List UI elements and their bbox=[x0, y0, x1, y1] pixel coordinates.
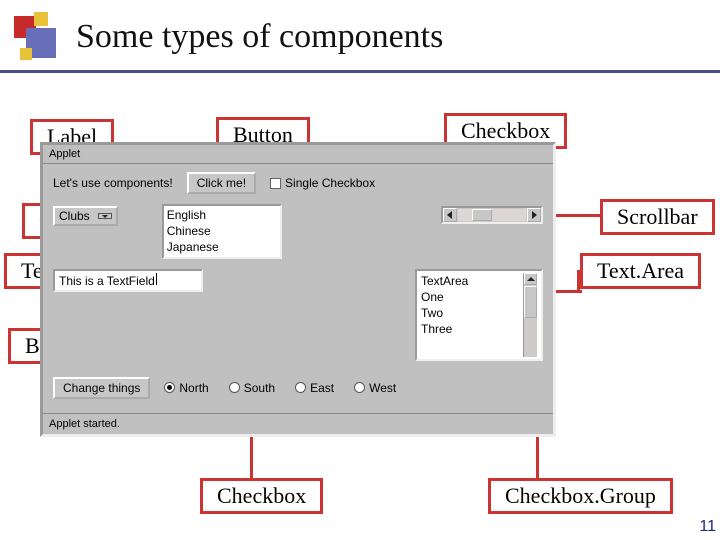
single-checkbox[interactable]: Single Checkbox bbox=[270, 176, 375, 190]
textarea-line: TextArea bbox=[421, 273, 523, 289]
pointer bbox=[577, 270, 580, 292]
scroll-left-icon[interactable] bbox=[443, 208, 457, 222]
scrollbar-track[interactable] bbox=[458, 209, 526, 221]
scrollbar-thumb[interactable] bbox=[472, 209, 492, 221]
choice-value: Clubs bbox=[59, 209, 90, 223]
callout-checkbox-group: Checkbox.Group bbox=[488, 478, 673, 514]
textarea-line: Two bbox=[421, 305, 523, 321]
scrollbar-thumb[interactable] bbox=[524, 286, 537, 318]
textarea-line: Three bbox=[421, 321, 523, 337]
page-number: 11 bbox=[699, 518, 716, 536]
scroll-up-icon[interactable] bbox=[524, 273, 537, 285]
change-things-button[interactable]: Change things bbox=[53, 377, 150, 399]
applet-status: Applet started. bbox=[43, 413, 553, 434]
chevron-down-icon bbox=[98, 213, 112, 219]
textarea-line: One bbox=[421, 289, 523, 305]
list-item[interactable]: English bbox=[167, 207, 277, 223]
checkbox-label: Single Checkbox bbox=[285, 176, 375, 190]
list-item[interactable]: Chinese bbox=[167, 223, 277, 239]
divider bbox=[0, 70, 720, 73]
textfield-value: This is a TextField bbox=[59, 274, 155, 288]
textarea-vertical-scrollbar[interactable] bbox=[523, 273, 537, 357]
horizontal-scrollbar[interactable] bbox=[441, 206, 543, 224]
radio-east[interactable]: East bbox=[295, 381, 334, 395]
logo bbox=[14, 12, 66, 62]
radio-north[interactable]: North bbox=[164, 381, 208, 395]
text-field[interactable]: This is a TextField bbox=[53, 269, 203, 292]
text-area[interactable]: TextArea One Two Three bbox=[415, 269, 543, 361]
applet-menubar: Applet bbox=[43, 145, 553, 164]
page-title: Some types of components bbox=[76, 18, 443, 56]
applet-menu-item[interactable]: Applet bbox=[49, 148, 80, 160]
list-box[interactable]: English Chinese Japanese bbox=[162, 204, 282, 259]
callout-scrollbar: Scrollbar bbox=[600, 199, 715, 235]
radio-west[interactable]: West bbox=[354, 381, 396, 395]
components-label: Let's use components! bbox=[53, 176, 173, 190]
choice-dropdown[interactable]: Clubs bbox=[53, 206, 118, 226]
callout-textarea: Text.Area bbox=[580, 253, 701, 289]
click-me-button[interactable]: Click me! bbox=[187, 172, 256, 194]
list-item[interactable]: Japanese bbox=[167, 239, 277, 255]
checkbox-group: North South East West bbox=[164, 381, 396, 395]
scroll-right-icon[interactable] bbox=[527, 208, 541, 222]
radio-south[interactable]: South bbox=[229, 381, 275, 395]
checkbox-box[interactable] bbox=[270, 178, 281, 189]
callout-checkbox-bottom: Checkbox bbox=[200, 478, 323, 514]
caret bbox=[156, 273, 157, 285]
applet-window: Applet Let's use components! Click me! S… bbox=[40, 142, 556, 437]
